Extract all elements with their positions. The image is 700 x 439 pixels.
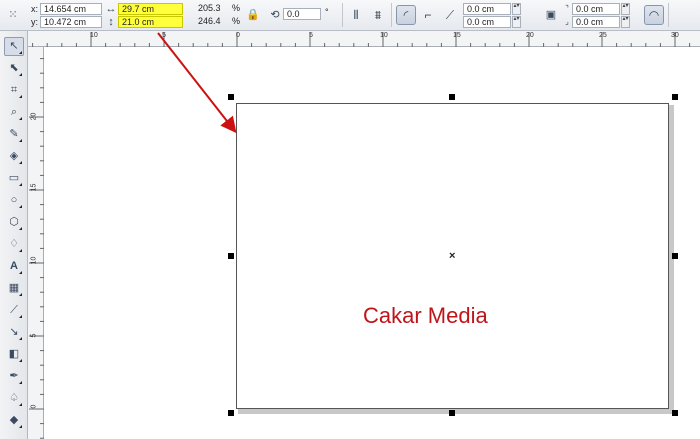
separator [342, 3, 343, 27]
rotation-icon: ⟲ [270, 9, 280, 21]
scale-y-field[interactable]: 246.4 [195, 16, 230, 28]
property-bar: ⁙ x: 14.654 cm y: 10.472 cm ↔ 29.7 cm ↕ … [0, 0, 700, 31]
h-tick-label: 5 [162, 32, 166, 39]
v-tick-label: 15 [30, 183, 38, 192]
v-tick-label: 5 [30, 333, 38, 338]
selection-handle-mr[interactable] [672, 253, 678, 259]
page-text[interactable]: Cakar Media [363, 303, 488, 329]
width-icon: ↔ [105, 3, 117, 15]
height-icon: ↕ [108, 16, 114, 28]
scallop-corner-icon[interactable]: ⌐ [418, 5, 438, 25]
polygon-tool-icon[interactable]: ⬡ [4, 213, 24, 232]
outline-tool-icon[interactable]: ♤ [4, 389, 24, 408]
connector-tool-icon[interactable]: ↘ [4, 323, 24, 342]
pick-tool-icon[interactable]: ↖ [4, 37, 24, 56]
y-position-field[interactable]: 10.472 cm [40, 16, 102, 28]
separator [391, 3, 392, 27]
x-position-field[interactable]: 14.654 cm [40, 3, 102, 15]
h-tick-label: 10 [90, 32, 98, 39]
selection-handle-tc[interactable] [449, 94, 455, 100]
scale-y-percent: % [232, 16, 241, 26]
toolbox: ↖ ⬉ ⌗ ⌕ ✎ ◈ ▭ ○ ⬡ ♢ A ▦ ⟋ ↘ ◧ ✒ ♤ ◆ [0, 31, 28, 439]
h-tick-label: 20 [526, 32, 534, 39]
mirror-horizontal-icon[interactable]: ⫴ [346, 5, 366, 25]
relative-scaling-icon[interactable]: ◠ [644, 5, 664, 25]
ellipse-tool-icon[interactable]: ○ [4, 191, 24, 210]
chamfer-corner-icon[interactable]: ⟋ [440, 5, 460, 25]
v-tick-label: 10 [30, 256, 38, 265]
x-label: x: [31, 4, 39, 14]
object-origin-icon[interactable]: ⁙ [6, 8, 20, 22]
basic-shapes-tool-icon[interactable]: ♢ [4, 235, 24, 254]
h-tick-label: 15 [453, 32, 461, 39]
height-field[interactable]: 21.0 cm [118, 16, 183, 28]
y-label: y: [31, 17, 39, 27]
horizontal-ruler[interactable]: 10 5 0 5 10 15 20 25 30 [28, 31, 700, 47]
degree-symbol: ° [325, 7, 329, 17]
dimension-tool-icon[interactable]: ⟋ [4, 301, 24, 320]
page-shadow-bottom [238, 409, 674, 414]
lock-corners-icon[interactable]: ▣ [544, 8, 558, 22]
smart-fill-tool-icon[interactable]: ◈ [4, 147, 24, 166]
shape-tool-icon[interactable]: ⬉ [4, 59, 24, 78]
table-tool-icon[interactable]: ▦ [4, 279, 24, 298]
width-field[interactable]: 29.7 cm [118, 3, 183, 15]
rectangle-tool-icon[interactable]: ▭ [4, 169, 24, 188]
mirror-vertical-icon[interactable]: ⩩ [368, 5, 388, 25]
selection-handle-bc[interactable] [449, 410, 455, 416]
fill-tool-icon[interactable]: ◆ [4, 411, 24, 430]
rotation-center-icon[interactable]: × [449, 251, 455, 262]
h-tick-label: 10 [380, 32, 388, 39]
corner-radius-bottom-left[interactable]: 0.0 cm [463, 16, 511, 28]
text-tool-icon[interactable]: A [4, 257, 24, 276]
selection-handle-tr[interactable] [672, 94, 678, 100]
drawing-canvas[interactable]: × Cakar Media [45, 48, 700, 439]
h-tick-label: 25 [599, 32, 607, 39]
spin-icon[interactable]: ▴▾ [512, 3, 521, 15]
selection-handle-ml[interactable] [228, 253, 234, 259]
rotation-field[interactable]: 0.0 [283, 8, 321, 20]
corner-radius-top-left[interactable]: 0.0 cm [463, 3, 511, 15]
vertical-ruler-ticks [29, 58, 44, 439]
freehand-tool-icon[interactable]: ✎ [4, 125, 24, 144]
blend-tool-icon[interactable]: ◧ [4, 345, 24, 364]
lock-ratio-icon[interactable]: 🔒 [246, 8, 260, 22]
spin-icon[interactable]: ▴▾ [621, 16, 630, 28]
h-tick-label: 0 [236, 32, 240, 39]
round-corner-icon[interactable]: ◜ [396, 5, 416, 25]
zoom-tool-icon[interactable]: ⌕ [4, 103, 24, 122]
spin-icon[interactable]: ▴▾ [621, 3, 630, 15]
vertical-ruler[interactable]: 20 15 10 5 0 [28, 47, 44, 439]
crop-tool-icon[interactable]: ⌗ [4, 81, 24, 100]
v-tick-label: 20 [30, 112, 38, 121]
selection-handle-bl[interactable] [228, 410, 234, 416]
scale-x-percent: % [232, 3, 241, 13]
corner-radius-bottom-right[interactable]: 0.0 cm [572, 16, 620, 28]
corner-radius-top-right[interactable]: 0.0 cm [572, 3, 620, 15]
scale-x-field[interactable]: 205.3 [195, 3, 230, 15]
h-tick-label: 30 [671, 32, 679, 39]
v-tick-label: 0 [30, 404, 38, 409]
separator [668, 3, 669, 27]
spin-icon[interactable]: ▴▾ [512, 16, 521, 28]
selection-handle-br[interactable] [672, 410, 678, 416]
eyedropper-tool-icon[interactable]: ✒ [4, 367, 24, 386]
h-tick-label: 5 [309, 32, 313, 39]
selection-handle-tl[interactable] [228, 94, 234, 100]
